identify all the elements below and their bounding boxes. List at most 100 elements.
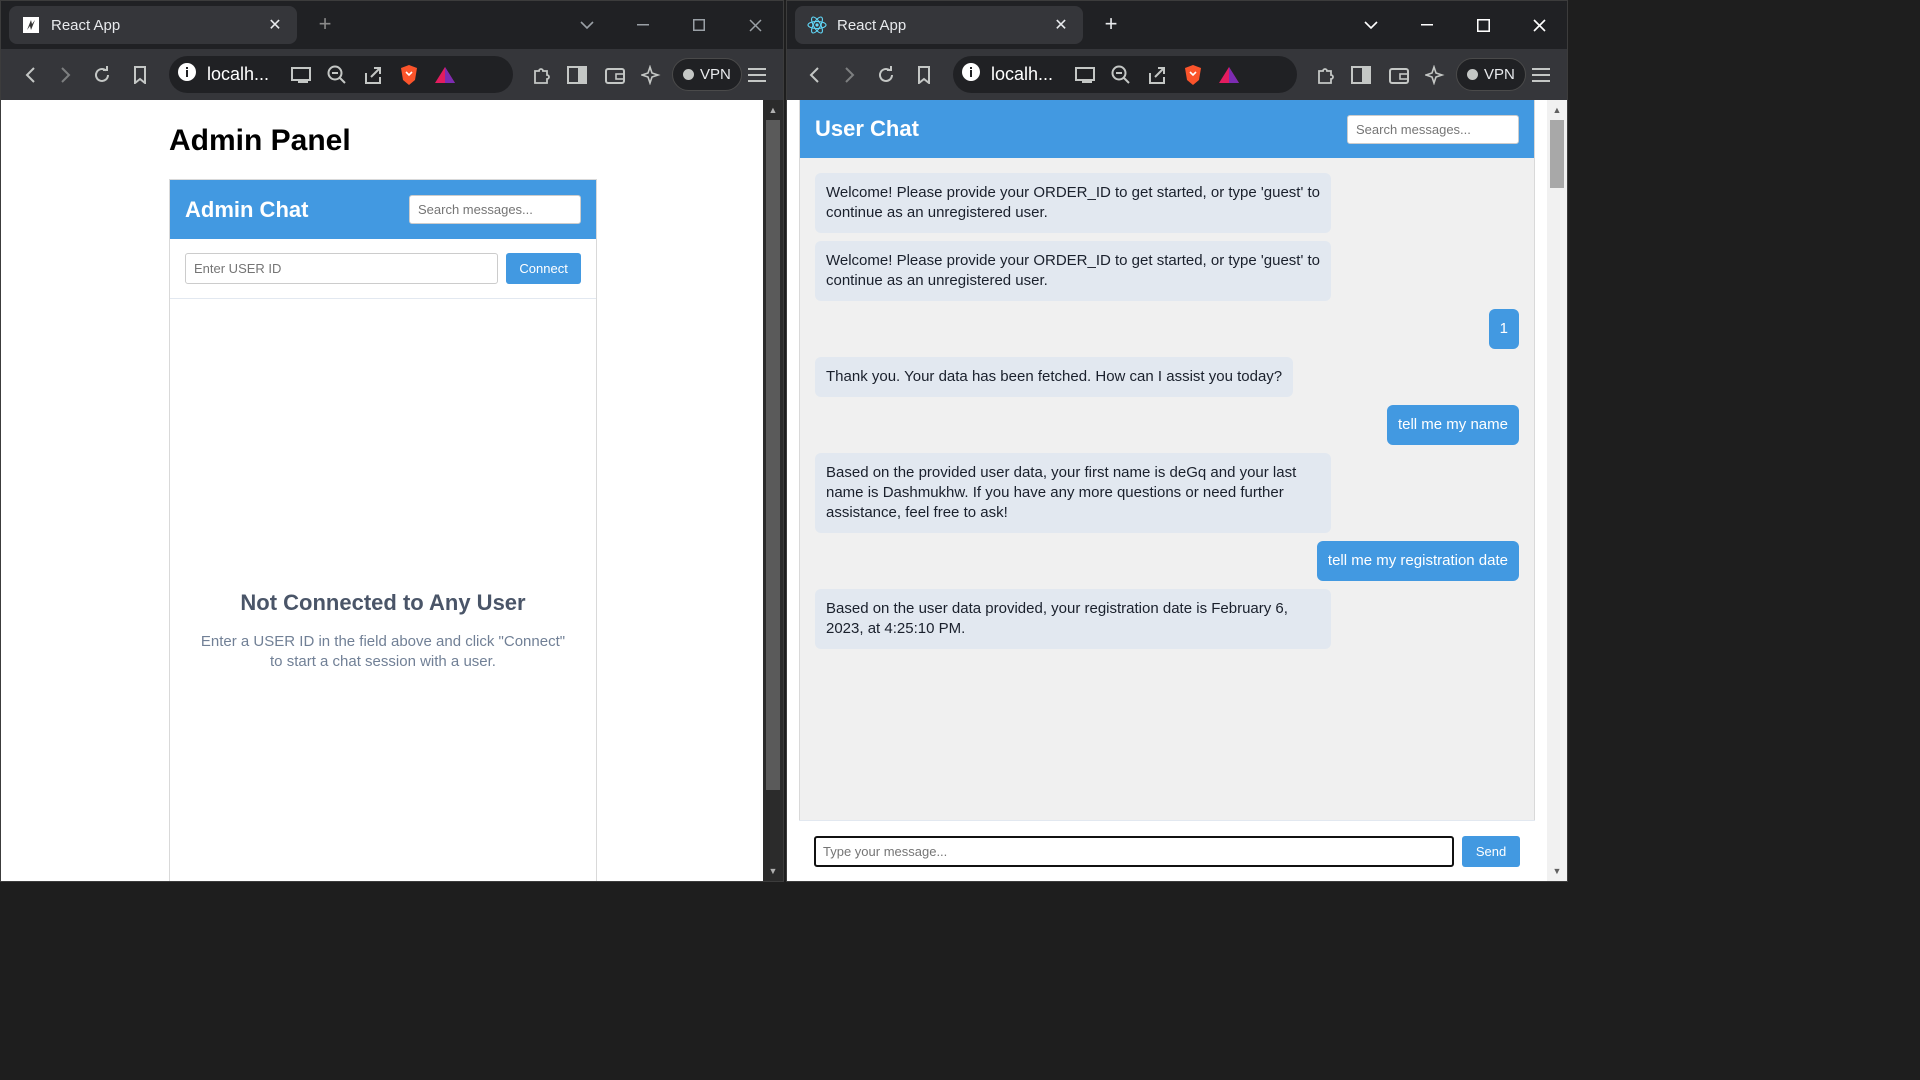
extensions-icon[interactable] [1307, 57, 1343, 93]
message-row: Thank you. Your data has been fetched. H… [815, 357, 1519, 397]
site-info-icon[interactable] [961, 62, 981, 87]
admin-page: Admin Panel Admin Chat Search messages..… [1, 100, 783, 881]
connect-button[interactable]: Connect [506, 253, 581, 284]
tab-close-icon[interactable]: ✕ [265, 15, 285, 35]
back-icon[interactable] [796, 57, 832, 93]
extensions-icon[interactable] [523, 57, 559, 93]
admin-chat-panel: Admin Chat Search messages... Enter USER… [169, 179, 597, 881]
back-icon[interactable] [12, 57, 48, 93]
scroll-down-icon[interactable]: ▼ [1547, 863, 1567, 879]
vpn-status-icon [683, 69, 694, 80]
new-tab-icon[interactable]: + [1099, 13, 1123, 37]
message-row: tell me my name [815, 405, 1519, 445]
zoom-out-icon[interactable] [319, 57, 355, 93]
vpn-button[interactable]: VPN [672, 58, 742, 91]
maximize-icon[interactable] [1455, 1, 1511, 49]
search-input[interactable]: Search messages... [409, 195, 581, 224]
bot-message: Welcome! Please provide your ORDER_ID to… [815, 241, 1331, 301]
bot-message: Based on the user data provided, your re… [815, 589, 1331, 649]
close-window-icon[interactable] [1511, 1, 1567, 49]
leo-ai-icon[interactable] [1417, 57, 1453, 93]
zoom-out-icon[interactable] [1103, 57, 1139, 93]
empty-state-text: Enter a USER ID in the field above and c… [200, 633, 566, 670]
page-scrollbar[interactable]: ▲ ▼ [1547, 100, 1567, 881]
share-icon[interactable] [1139, 57, 1175, 93]
minimize-icon[interactable] [615, 1, 671, 49]
bot-message: Thank you. Your data has been fetched. H… [815, 357, 1294, 397]
tab-close-icon[interactable]: ✕ [1051, 15, 1071, 35]
scroll-thumb[interactable] [766, 120, 780, 790]
browser-toolbar: localh... VPN [787, 49, 1567, 100]
user-chat-title: User Chat [815, 116, 919, 141]
empty-state: Not Connected to Any User Enter a USER I… [170, 590, 596, 672]
user-id-input[interactable]: Enter USER ID [185, 253, 499, 284]
message-row: Welcome! Please provide your ORDER_ID to… [815, 173, 1519, 233]
cast-icon[interactable] [1067, 57, 1103, 93]
message-row: 1 [815, 309, 1519, 349]
address-bar[interactable]: localh... [169, 56, 513, 93]
vpn-label: VPN [1484, 66, 1515, 83]
page-scrollbar[interactable]: ▲ ▼ [763, 100, 783, 881]
react-logo-icon [807, 15, 827, 35]
reload-icon[interactable] [84, 57, 120, 93]
tab-react-app[interactable]: React App ✕ [795, 6, 1083, 44]
sidebar-icon[interactable] [1343, 57, 1379, 93]
brave-rewards-icon[interactable] [427, 57, 463, 93]
share-icon[interactable] [355, 57, 391, 93]
brave-shields-icon[interactable] [1175, 57, 1211, 93]
close-window-icon[interactable] [727, 1, 783, 49]
address-bar[interactable]: localh... [953, 56, 1297, 93]
wallet-icon[interactable] [1381, 57, 1417, 93]
scroll-thumb[interactable] [1550, 120, 1564, 188]
user-chat-page: User Chat Search messages... Welcome! Pl… [787, 100, 1567, 881]
send-button[interactable]: Send [1462, 836, 1520, 867]
cast-icon[interactable] [283, 57, 319, 93]
url-text[interactable]: localh... [991, 64, 1053, 85]
scroll-up-icon[interactable]: ▲ [1547, 102, 1567, 118]
admin-chat-title: Admin Chat [185, 196, 309, 222]
scroll-down-icon[interactable]: ▼ [763, 863, 783, 879]
vpn-button[interactable]: VPN [1456, 58, 1526, 91]
forward-icon[interactable] [832, 57, 868, 93]
tab-title: React App [837, 16, 907, 34]
browser-window-user: React App ✕ + localh... VPN User Chat Se… [786, 0, 1568, 882]
leo-ai-icon[interactable] [633, 57, 669, 93]
browser-window-admin: React App ✕ + localh... VPN Admin Panel … [0, 0, 784, 882]
bookmark-icon[interactable] [906, 57, 942, 93]
message-row: Based on the user data provided, your re… [815, 589, 1519, 649]
reload-icon[interactable] [868, 57, 904, 93]
scroll-up-icon[interactable]: ▲ [763, 102, 783, 118]
maximize-icon[interactable] [671, 1, 727, 49]
forward-icon[interactable] [48, 57, 84, 93]
minimize-icon[interactable] [1399, 1, 1455, 49]
user-chat-panel: User Chat Search messages... Welcome! Pl… [799, 100, 1535, 881]
sidebar-icon[interactable] [559, 57, 595, 93]
bot-message: Based on the provided user data, your fi… [815, 453, 1331, 533]
empty-state-title: Not Connected to Any User [240, 590, 526, 615]
site-info-icon[interactable] [177, 62, 197, 87]
new-tab-icon[interactable]: + [313, 13, 337, 37]
message-input[interactable]: Type your message... [814, 836, 1454, 867]
search-input[interactable]: Search messages... [1347, 114, 1519, 144]
tab-search-icon[interactable] [1343, 1, 1399, 49]
message-composer: Type your message... Send [799, 820, 1535, 881]
user-message: tell me my registration date [1316, 541, 1519, 581]
brave-shields-icon[interactable] [391, 57, 427, 93]
tab-strip: React App ✕ + [787, 1, 1567, 49]
admin-chat-header: Admin Chat Search messages... [170, 180, 596, 239]
tab-strip: React App ✕ + [1, 1, 783, 49]
window-controls [559, 1, 783, 49]
menu-icon[interactable] [739, 57, 775, 93]
user-message: tell me my name [1386, 405, 1519, 445]
menu-icon[interactable] [1523, 57, 1559, 93]
brave-rewards-icon[interactable] [1211, 57, 1247, 93]
bot-message: Welcome! Please provide your ORDER_ID to… [815, 173, 1331, 233]
tab-react-app[interactable]: React App ✕ [9, 6, 297, 44]
message-row: Welcome! Please provide your ORDER_ID to… [815, 241, 1519, 301]
tab-search-icon[interactable] [559, 1, 615, 49]
wallet-icon[interactable] [597, 57, 633, 93]
message-row: Based on the provided user data, your fi… [815, 453, 1519, 533]
vpn-label: VPN [700, 66, 731, 83]
url-text[interactable]: localh... [207, 64, 269, 85]
bookmark-icon[interactable] [122, 57, 158, 93]
